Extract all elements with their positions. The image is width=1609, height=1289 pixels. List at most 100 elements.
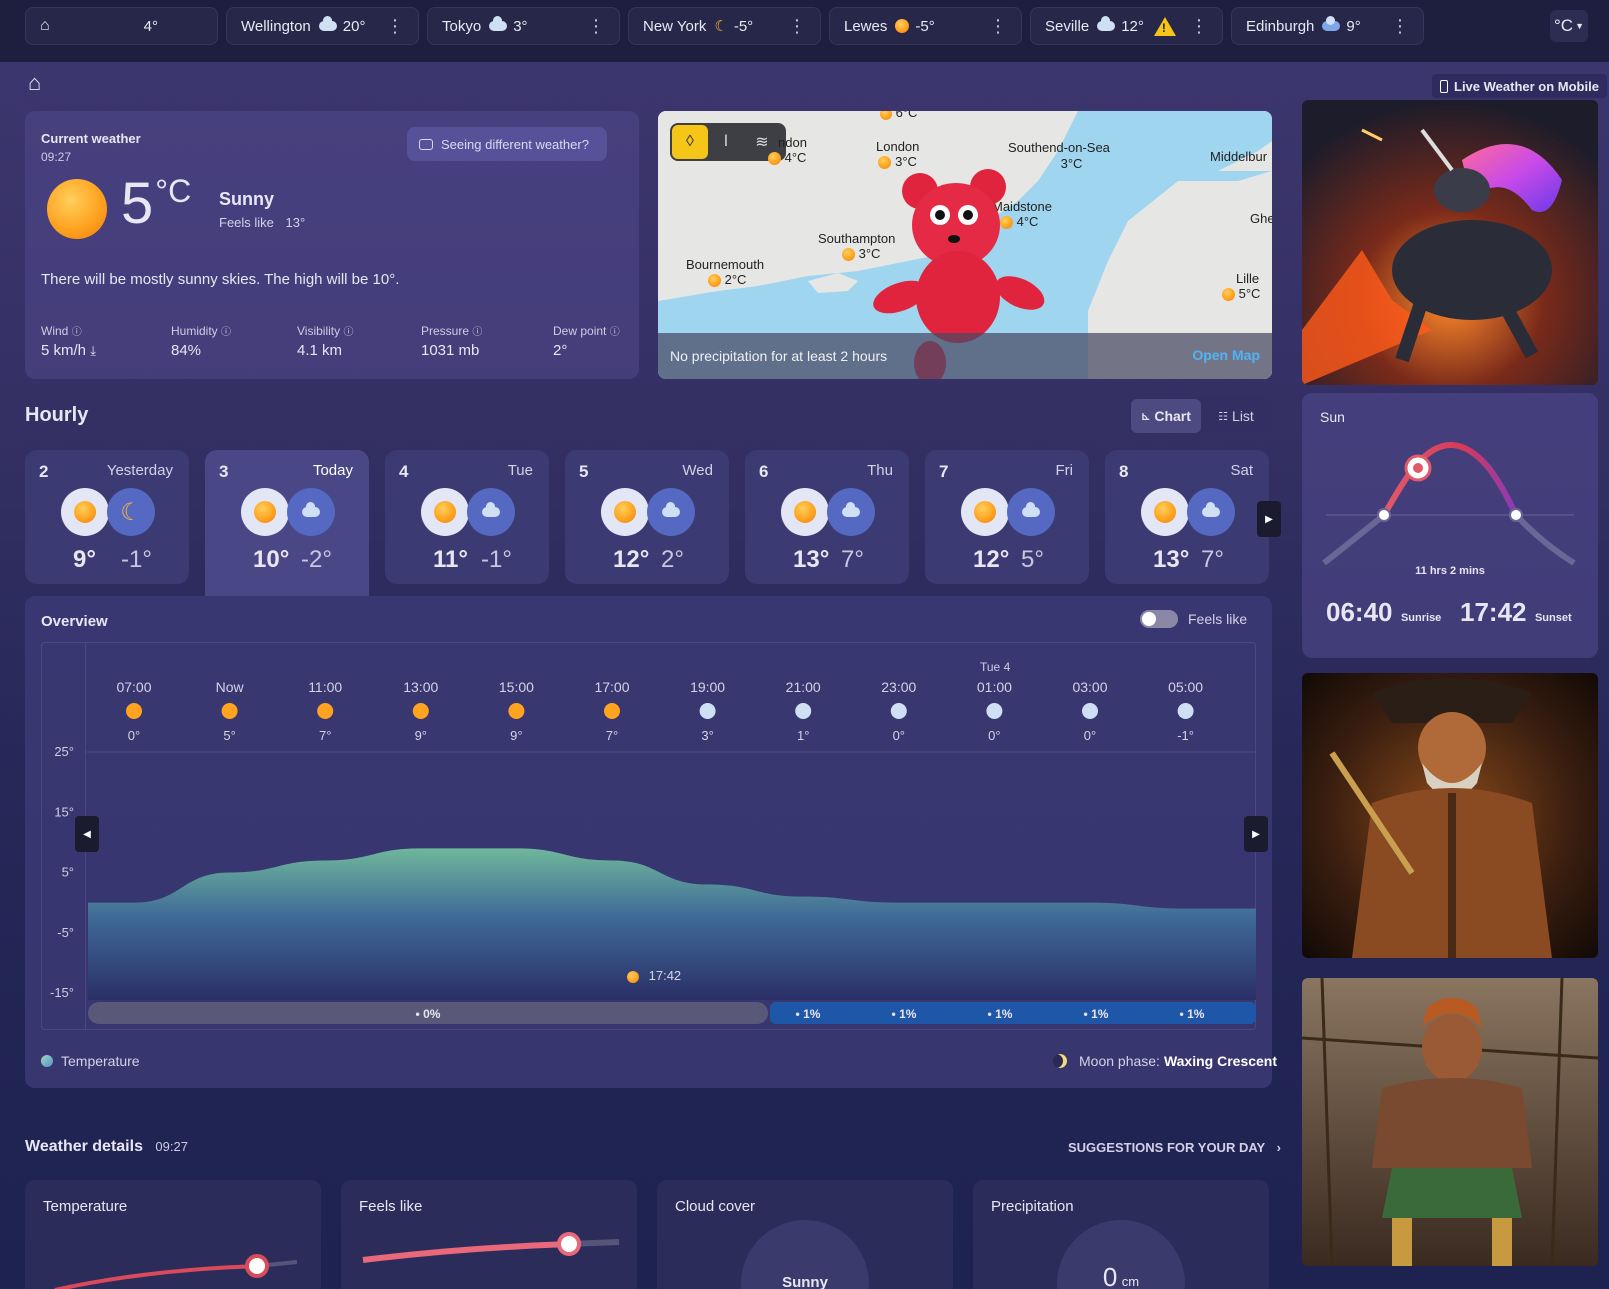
sun-card: Sun 11 hrs 2 mins 06:40 Sunrise 17:42 Su… (1302, 393, 1598, 658)
warning-mark: ! (1161, 20, 1166, 35)
day-card-thu[interactable]: 6 Thu 13° 7° (745, 450, 909, 584)
chart-view-label: Chart (1154, 408, 1191, 424)
legend-label: Temperature (61, 1053, 140, 1069)
day-high: 13° (793, 546, 830, 573)
hourly-title: Hourly (25, 404, 89, 426)
location-tab-lewes[interactable]: Lewes -5° ⋮ (829, 7, 1022, 45)
location-name: Wellington (241, 17, 311, 35)
day-number: 5 (579, 462, 589, 481)
precipitation-icon[interactable]: ◊ (672, 125, 708, 159)
rain-cloud-icon (1322, 16, 1341, 31)
current-condition: Sunny (219, 189, 275, 209)
info-icon[interactable]: ⓘ (221, 327, 231, 338)
feels-like-trend-graph (362, 1232, 620, 1263)
mobile-link[interactable]: Live Weather on Mobile (1432, 74, 1607, 98)
robot-unicorn-image[interactable] (1302, 100, 1598, 385)
toggle-switch[interactable] (1140, 610, 1178, 628)
thermometer-icon[interactable]: ǀ (708, 133, 744, 151)
location-tab-tokyo[interactable]: Tokyo 3° ⋮ (427, 7, 620, 45)
pirate-warrior-image[interactable] (1302, 673, 1598, 958)
suggestions-label: SUGGESTIONS FOR YOUR DAY (1068, 1140, 1265, 1155)
unit-selector[interactable]: °C ▼ (1550, 10, 1588, 42)
location-tab-new-york[interactable]: New York ☾ -5° ⋮ (628, 7, 821, 45)
weather-map[interactable]: ◊ ǀ ≋ 6°C ndon 4°C London 3°C Southend-o… (658, 111, 1272, 379)
stat-value: 5 km/h (41, 342, 87, 359)
feels-like-label: Feels like (219, 215, 274, 230)
warning-icon[interactable]: ! (1153, 16, 1176, 36)
phone-icon (1440, 79, 1448, 93)
day-card-sat[interactable]: 8 Sat 13° 7° (1105, 450, 1269, 584)
list-view-button[interactable]: ☷ List (1201, 408, 1271, 424)
day-name: Thu (867, 462, 893, 479)
info-icon[interactable]: ⓘ (72, 327, 82, 338)
feedback-button[interactable]: Seeing different weather? (407, 127, 607, 161)
stat-label: Dew point (553, 324, 607, 338)
day-number: 4 (399, 462, 409, 481)
more-options-icon[interactable]: ⋮ (989, 16, 1007, 37)
cloud-icon (489, 16, 508, 31)
info-icon[interactable]: ⓘ (343, 327, 353, 338)
day-number: 2 (39, 462, 49, 481)
overview-panel: Overview Feels like (25, 596, 1272, 1088)
day-name: Fri (1055, 462, 1074, 479)
day-low: -2° (301, 546, 332, 573)
sun-icon (1222, 288, 1235, 302)
home-icon[interactable]: ⌂ (28, 70, 41, 96)
day-weather-icon (1141, 488, 1189, 536)
chart-scroll-right[interactable]: ▶ (1244, 816, 1268, 852)
day-card-tue[interactable]: 4 Tue 11° -1° (385, 450, 549, 584)
chart-scroll-left[interactable]: ◀ (75, 816, 99, 852)
open-map-link[interactable]: Open Map (1192, 347, 1260, 363)
day-card-fri[interactable]: 7 Fri 12° 5° (925, 450, 1089, 584)
day-card-yesterday[interactable]: 2 Yesterday ☾ 9° -1° (25, 450, 189, 584)
detail-card-feels-like[interactable]: Feels like (341, 1180, 637, 1289)
sun-icon (880, 111, 892, 120)
detail-card-cloud-cover[interactable]: Cloud cover Sunny (657, 1180, 953, 1289)
detail-card-precipitation[interactable]: Precipitation 0 cm (973, 1180, 1269, 1289)
location-tab-home[interactable]: ⌂ 4° (25, 7, 218, 45)
location-tab-edinburgh[interactable]: Edinburgh 9° ⋮ (1231, 7, 1424, 45)
detail-card-temperature[interactable]: Temperature (25, 1180, 321, 1289)
next-days-button[interactable]: ▶ (1257, 501, 1281, 537)
day-number: 8 (1119, 462, 1129, 481)
info-icon[interactable]: ⓘ (472, 327, 482, 338)
map-place-bournemouth: Bournemouth 2°C (686, 257, 764, 288)
day-high: 11° (433, 546, 468, 573)
more-options-icon[interactable]: ⋮ (587, 16, 605, 37)
sunrise-time: 06:40 (1326, 597, 1393, 627)
chart-view-button[interactable]: ⊾ Chart (1131, 399, 1201, 433)
map-place-middelburg: Middelbur (1210, 149, 1268, 164)
location-name: Tokyo (442, 17, 482, 35)
info-icon[interactable]: ⓘ (610, 327, 620, 338)
more-options-icon[interactable]: ⋮ (386, 16, 404, 37)
location-temp: -5° (733, 17, 754, 35)
feedback-label: Seeing different weather? (441, 136, 589, 152)
precipitation-status-bar: No precipitation for at least 2 hours Op… (658, 333, 1272, 379)
day-weather-icon (61, 488, 109, 536)
day-card-today[interactable]: 3 Today 10° -2° (205, 450, 369, 596)
day-weather-icon (421, 488, 469, 536)
sunset: 17:42 Sunset (1460, 597, 1572, 628)
day-card-wed[interactable]: 5 Wed 12° 2° (565, 450, 729, 584)
location-tab-wellington[interactable]: Wellington 20° ⋮ (226, 7, 419, 45)
more-options-icon[interactable]: ⋮ (788, 16, 806, 37)
moon-phase: Moon phase: Waxing Crescent (1053, 1053, 1277, 1069)
weather-summary: There will be mostly sunny skies. The hi… (41, 271, 400, 288)
night-weather-icon (287, 488, 335, 536)
more-options-icon[interactable]: ⋮ (1391, 16, 1409, 37)
pirate-warrior-picture (1302, 673, 1598, 958)
feels-like-toggle[interactable]: Feels like (1140, 610, 1247, 628)
suggestions-link[interactable]: SUGGESTIONS FOR YOUR DAY › (1068, 1140, 1281, 1155)
location-name: New York (643, 17, 707, 35)
sunset-time: 17:42 (1460, 597, 1527, 627)
night-weather-icon (647, 488, 695, 536)
sun-arc-graph (1322, 442, 1576, 566)
cloud-cover-value: Sunny (782, 1274, 828, 1289)
map-place-temp: 3°C (1060, 156, 1083, 171)
highland-warrior-picture (1302, 978, 1598, 1266)
night-weather-icon: ☾ (107, 488, 155, 536)
highland-warrior-image[interactable] (1302, 978, 1598, 1266)
temperature-trend-graph (54, 1254, 298, 1289)
more-options-icon[interactable]: ⋮ (1190, 16, 1208, 37)
location-tab-seville[interactable]: Seville 12° ! ⋮ (1030, 7, 1223, 45)
